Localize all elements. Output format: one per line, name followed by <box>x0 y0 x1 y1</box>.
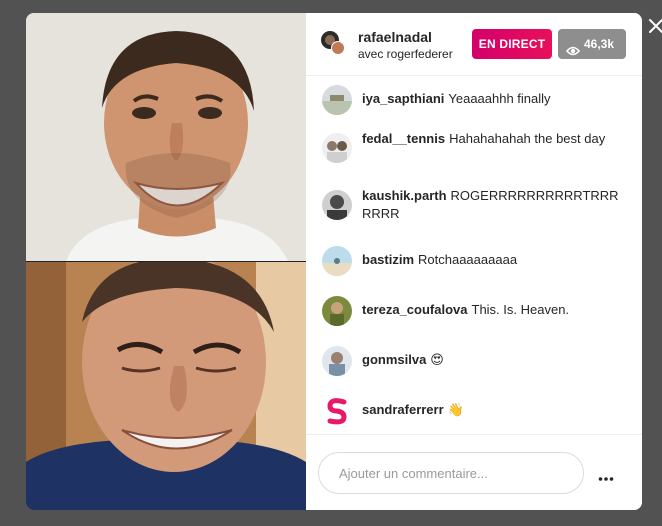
live-badge: EN DIRECT <box>472 29 552 59</box>
comment-username[interactable]: sandraferrerr <box>362 402 444 417</box>
live-video-modal: rafaelnadal avec rogerfederer EN DIRECT … <box>26 13 642 510</box>
commenter-avatar[interactable] <box>322 85 352 115</box>
comment-username[interactable]: fedal__tennis <box>362 131 445 146</box>
comment-body: Rotchaaaaaaaaa <box>418 252 518 267</box>
comment-body: Yeaaaahhh finally <box>448 91 551 106</box>
commenter-avatar[interactable] <box>322 133 352 163</box>
comment-username[interactable]: bastizim <box>362 252 414 267</box>
cohost-label: avec rogerfederer <box>358 47 453 61</box>
comment-text: bastizim Rotchaaaaaaaaa <box>362 251 630 269</box>
comment-list[interactable]: iya_sapthiani Yeaaaahhh finally fedal__te… <box>306 75 642 433</box>
viewer-count-badge: 46,3k <box>558 29 626 59</box>
comment-body: Hahahahahah the best day <box>449 131 606 146</box>
commenter-avatar[interactable] <box>322 190 352 220</box>
guest-video-feed <box>26 262 306 510</box>
comment-input[interactable] <box>318 452 584 494</box>
more-options-icon[interactable] <box>598 469 614 481</box>
comment-username[interactable]: gonmsilva <box>362 352 426 367</box>
comment-username[interactable]: iya_sapthiani <box>362 91 444 106</box>
live-chat-panel: rafaelnadal avec rogerfederer EN DIRECT … <box>306 13 642 510</box>
comment-text: gonmsilva 😍 <box>362 351 630 369</box>
commenter-avatar[interactable] <box>322 296 352 326</box>
host-avatar[interactable] <box>320 30 345 55</box>
host-video-feed <box>26 13 306 261</box>
host-username[interactable]: rafaelnadal <box>358 29 432 45</box>
comment-text: fedal__tennis Hahahahahah the best day <box>362 130 630 148</box>
comment-text: iya_sapthiani Yeaaaahhh finally <box>362 90 630 108</box>
comment-username[interactable]: kaushik.parth <box>362 188 447 203</box>
comment-body: This. Is. Heaven. <box>471 302 570 317</box>
comment-body: 😍 <box>430 352 444 367</box>
live-video-player[interactable] <box>26 13 306 510</box>
comment-composer <box>306 434 642 510</box>
commenter-avatar[interactable] <box>322 246 352 276</box>
comment-text: sandraferrerr 👋 <box>362 401 630 419</box>
comment-text: kaushik.parth ROGERRRRRRRRRRTRRRRRRR <box>362 187 622 223</box>
comment-body: 👋 <box>447 402 464 417</box>
close-icon[interactable] <box>648 16 662 36</box>
live-header: rafaelnadal avec rogerfederer EN DIRECT … <box>306 13 642 76</box>
comment-username[interactable]: tereza_coufalova <box>362 302 468 317</box>
comment-text: tereza_coufalova This. Is. Heaven. <box>362 301 630 319</box>
commenter-avatar[interactable] <box>322 396 352 426</box>
eye-icon <box>565 38 581 68</box>
commenter-avatar[interactable] <box>322 346 352 376</box>
viewer-count: 46,3k <box>584 37 615 51</box>
